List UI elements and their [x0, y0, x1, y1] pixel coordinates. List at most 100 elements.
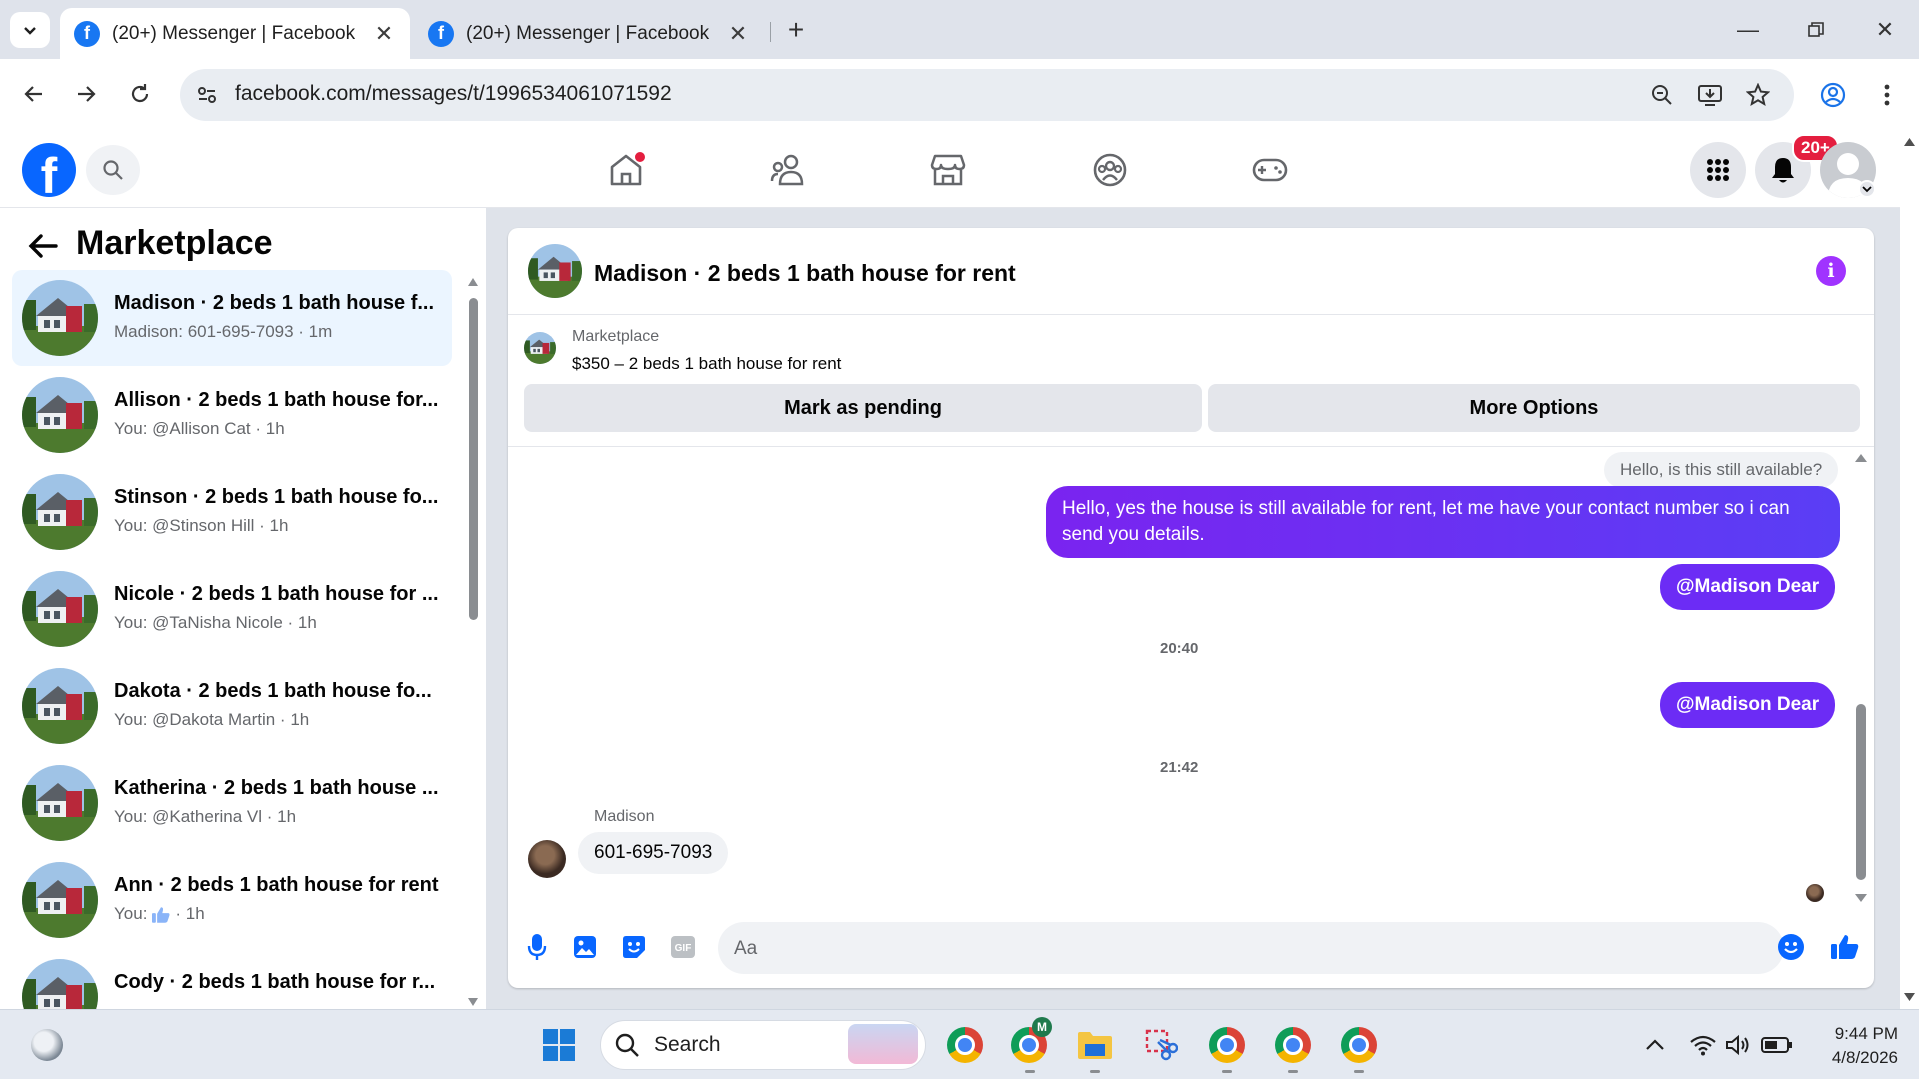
scissors-icon: [1145, 1029, 1178, 1061]
browser-tab-active[interactable]: f (20+) Messenger | Facebook ✕: [60, 8, 410, 59]
facebook-logo-icon[interactable]: f: [22, 143, 76, 197]
conversation-item[interactable]: Katherina · 2 beds 1 bath house ... You: …: [12, 755, 452, 851]
conversation-name: Katherina · 2 beds 1 bath house ...: [114, 777, 439, 799]
listing-photo: [22, 474, 98, 550]
listing-divider: [508, 446, 1874, 447]
taskbar-chrome-1[interactable]: [944, 1024, 986, 1066]
grid-menu-icon: [1707, 159, 1729, 181]
conversation-name: Ann · 2 beds 1 bath house for rent: [114, 874, 439, 896]
clock-date: 4/8/2026: [1831, 1048, 1898, 1067]
browser-menu-icon[interactable]: [1872, 80, 1902, 110]
listing-photo: [22, 280, 98, 356]
conversation-avatar: [22, 765, 98, 841]
battery-icon[interactable]: [1756, 1024, 1798, 1066]
conversation-item[interactable]: Nicole · 2 beds 1 bath house for ... You:…: [12, 561, 452, 657]
info-icon[interactable]: i: [1816, 256, 1846, 286]
emoji-icon: [1778, 934, 1804, 960]
restore-button[interactable]: [1786, 12, 1846, 48]
chrome-icon: [1275, 1027, 1311, 1063]
reload-button[interactable]: [120, 74, 160, 114]
new-tab-button[interactable]: +: [780, 14, 812, 46]
conversation-preview: Madison: 601-695-7093 · 1m: [114, 322, 333, 341]
nav-friends[interactable]: [766, 148, 810, 192]
taskbar-chrome-3[interactable]: [1206, 1024, 1248, 1066]
friends-icon: [770, 154, 804, 186]
conversation-avatar: [22, 862, 98, 938]
profile-badge-icon: M: [1032, 1017, 1052, 1037]
zoom-icon[interactable]: [1647, 80, 1677, 110]
chevron-up-icon: [1646, 1039, 1664, 1050]
mark-as-pending-button[interactable]: Mark as pending: [524, 384, 1202, 432]
conversation-item[interactable]: Stinson · 2 beds 1 bath house fo... You: …: [12, 464, 452, 560]
sticker-button[interactable]: [617, 930, 651, 964]
conversation-item[interactable]: Madison · 2 beds 1 bath house f... Madiso…: [12, 270, 452, 366]
tab-title: (20+) Messenger | Facebook: [466, 22, 710, 44]
nav-home[interactable]: [604, 148, 648, 192]
incoming-message[interactable]: 601-695-7093: [578, 832, 729, 874]
conversation-preview: You: @TaNisha Nicole · 1h: [114, 613, 317, 632]
outgoing-mention-message[interactable]: @Madison Dear: [1660, 564, 1836, 610]
volume-icon[interactable]: [1718, 1024, 1760, 1066]
back-button[interactable]: [26, 229, 60, 263]
conversation-item[interactable]: Allison · 2 beds 1 bath house for... You:…: [12, 367, 452, 463]
listing-photo: [22, 377, 98, 453]
attach-photo-button[interactable]: [568, 930, 602, 964]
conversation-item[interactable]: Dakota · 2 beds 1 bath house fo... You: @…: [12, 658, 452, 754]
gif-icon: GIF: [671, 936, 695, 958]
browser-tab-inactive[interactable]: f (20+) Messenger | Facebook ✕: [414, 8, 764, 59]
chat-scrollbar-thumb[interactable]: [1856, 704, 1866, 880]
running-indicator: [1288, 1070, 1298, 1073]
conversation-name: Stinson · 2 beds 1 bath house fo...: [114, 486, 439, 508]
facebook-search-button[interactable]: [86, 145, 140, 195]
listing-thumbnail: [524, 332, 556, 364]
close-tab-icon[interactable]: ✕: [726, 21, 750, 47]
bookmark-star-icon[interactable]: [1743, 80, 1773, 110]
account-chevron-icon[interactable]: [1858, 180, 1876, 198]
tab-search-button[interactable]: [10, 12, 50, 48]
chat-listing-avatar[interactable]: [528, 244, 582, 298]
preview-prefix: You:: [114, 904, 148, 923]
widgets-icon[interactable]: [26, 1024, 68, 1066]
taskbar-clock[interactable]: 9:44 PM 4/8/2026: [1798, 1022, 1898, 1070]
page-scrollbar[interactable]: [1900, 130, 1919, 1009]
start-button[interactable]: [538, 1024, 580, 1066]
nav-marketplace[interactable]: [926, 148, 970, 192]
taskbar-chrome-4[interactable]: [1272, 1024, 1314, 1066]
taskbar-snipping-tool[interactable]: [1140, 1024, 1182, 1066]
chat-title[interactable]: Madison · 2 beds 1 bath house for rent: [594, 260, 1016, 287]
chevron-down-icon: [24, 27, 36, 35]
marketplace-label: Marketplace: [572, 328, 660, 345]
sender-avatar[interactable]: [528, 840, 566, 878]
restore-icon: [1808, 22, 1824, 37]
menu-button[interactable]: [1690, 142, 1746, 198]
site-info-icon[interactable]: [192, 80, 222, 110]
taskbar-chrome-5[interactable]: [1338, 1024, 1380, 1066]
minimize-button[interactable]: —: [1718, 12, 1778, 48]
profile-icon[interactable]: [1818, 80, 1848, 110]
close-window-button[interactable]: ✕: [1855, 12, 1915, 48]
conversation-name: Allison · 2 beds 1 bath house for...: [114, 389, 439, 411]
message-input[interactable]: [718, 922, 1784, 974]
install-app-icon[interactable]: [1695, 80, 1725, 110]
nav-gaming[interactable]: [1248, 148, 1292, 192]
windows-start-icon: [543, 1029, 575, 1061]
voice-clip-button[interactable]: [520, 930, 554, 964]
sidebar-scrollbar-thumb[interactable]: [469, 298, 478, 620]
conversation-item[interactable]: Ann · 2 beds 1 bath house for rent You: · …: [12, 852, 452, 948]
emoji-button[interactable]: [1774, 930, 1808, 964]
taskbar-file-explorer[interactable]: [1074, 1024, 1116, 1066]
outgoing-mention-message[interactable]: @Madison Dear: [1660, 682, 1836, 728]
gif-button[interactable]: GIF: [666, 930, 700, 964]
forward-button[interactable]: [66, 74, 106, 114]
conversation-preview: You: @Stinson Hill · 1h: [114, 516, 289, 535]
like-send-button[interactable]: [1828, 930, 1862, 964]
url-text[interactable]: facebook.com/messages/t/1996534061071592: [235, 82, 672, 106]
listing-price-title[interactable]: $350 – 2 beds 1 bath house for rent: [572, 354, 841, 374]
show-hidden-icons-button[interactable]: [1634, 1024, 1676, 1066]
close-tab-icon[interactable]: ✕: [372, 21, 396, 47]
back-button[interactable]: [14, 74, 54, 114]
marketplace-icon: [930, 154, 966, 186]
nav-groups[interactable]: [1088, 148, 1132, 192]
more-options-button[interactable]: More Options: [1208, 384, 1860, 432]
outgoing-message[interactable]: Hello, yes the house is still available …: [1046, 486, 1840, 558]
